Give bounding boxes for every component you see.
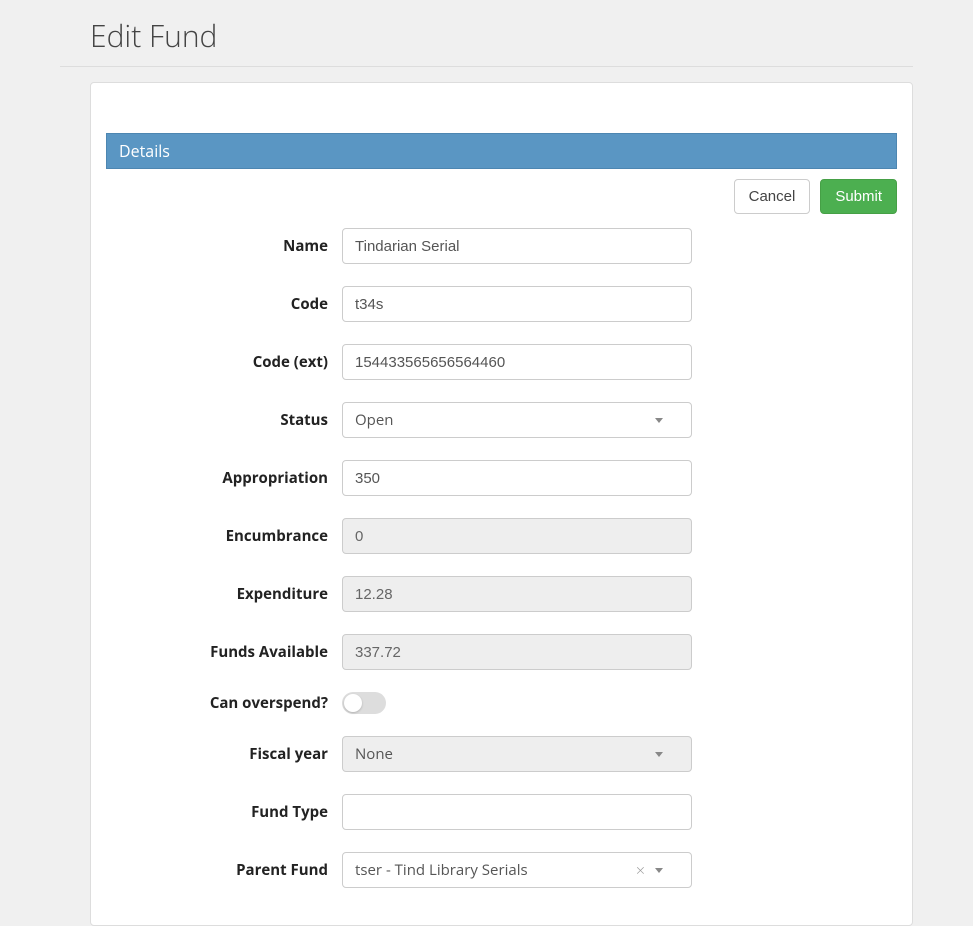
fiscal-year-select[interactable]: None	[342, 736, 692, 772]
label-code: Code	[106, 294, 342, 314]
parent-fund-select[interactable]: tser - Tind Library Serials ×	[342, 852, 692, 888]
panel-title: Details	[119, 140, 170, 162]
label-funds-available: Funds Available	[106, 642, 342, 662]
name-input[interactable]	[342, 228, 692, 264]
label-appropriation: Appropriation	[106, 468, 342, 488]
row-appropriation: Appropriation	[106, 460, 897, 496]
label-code-ext: Code (ext)	[106, 352, 342, 372]
label-encumbrance: Encumbrance	[106, 526, 342, 546]
encumbrance-input	[342, 518, 692, 554]
label-parent-fund: Parent Fund	[106, 860, 342, 880]
code-input[interactable]	[342, 286, 692, 322]
label-fund-type: Fund Type	[106, 802, 342, 822]
fund-type-input[interactable]	[342, 794, 692, 830]
label-name: Name	[106, 236, 342, 256]
form-card: Details Cancel Submit Name Code Code (ex…	[90, 82, 913, 926]
form-area: Name Code Code (ext) Status Open A	[106, 224, 897, 888]
label-fiscal-year: Fiscal year	[106, 744, 342, 764]
row-code: Code	[106, 286, 897, 322]
panel-header: Details	[106, 133, 897, 169]
caret-down-icon	[655, 418, 663, 423]
row-fund-type: Fund Type	[106, 794, 897, 830]
clear-icon[interactable]: ×	[636, 859, 645, 881]
row-fiscal-year: Fiscal year None	[106, 736, 897, 772]
page-title: Edit Fund	[90, 15, 883, 56]
status-select[interactable]: Open	[342, 402, 692, 438]
row-status: Status Open	[106, 402, 897, 438]
fiscal-year-value: None	[355, 744, 393, 764]
code-ext-input[interactable]	[342, 344, 692, 380]
label-can-overspend: Can overspend?	[106, 693, 342, 713]
caret-down-icon	[655, 868, 663, 873]
row-funds-available: Funds Available	[106, 634, 897, 670]
funds-available-input	[342, 634, 692, 670]
row-can-overspend: Can overspend?	[106, 692, 897, 714]
button-row: Cancel Submit	[106, 169, 897, 224]
caret-down-icon	[655, 752, 663, 757]
status-value: Open	[355, 410, 393, 430]
expenditure-input	[342, 576, 692, 612]
parent-fund-value: tser - Tind Library Serials	[355, 860, 528, 880]
row-name: Name	[106, 228, 897, 264]
submit-button[interactable]: Submit	[820, 179, 897, 214]
page-header: Edit Fund	[60, 0, 913, 67]
row-encumbrance: Encumbrance	[106, 518, 897, 554]
label-expenditure: Expenditure	[106, 584, 342, 604]
can-overspend-toggle[interactable]	[342, 692, 386, 714]
toggle-knob	[344, 694, 362, 712]
cancel-button[interactable]: Cancel	[734, 179, 811, 214]
label-status: Status	[106, 410, 342, 430]
row-expenditure: Expenditure	[106, 576, 897, 612]
appropriation-input[interactable]	[342, 460, 692, 496]
row-code-ext: Code (ext)	[106, 344, 897, 380]
row-parent-fund: Parent Fund tser - Tind Library Serials …	[106, 852, 897, 888]
